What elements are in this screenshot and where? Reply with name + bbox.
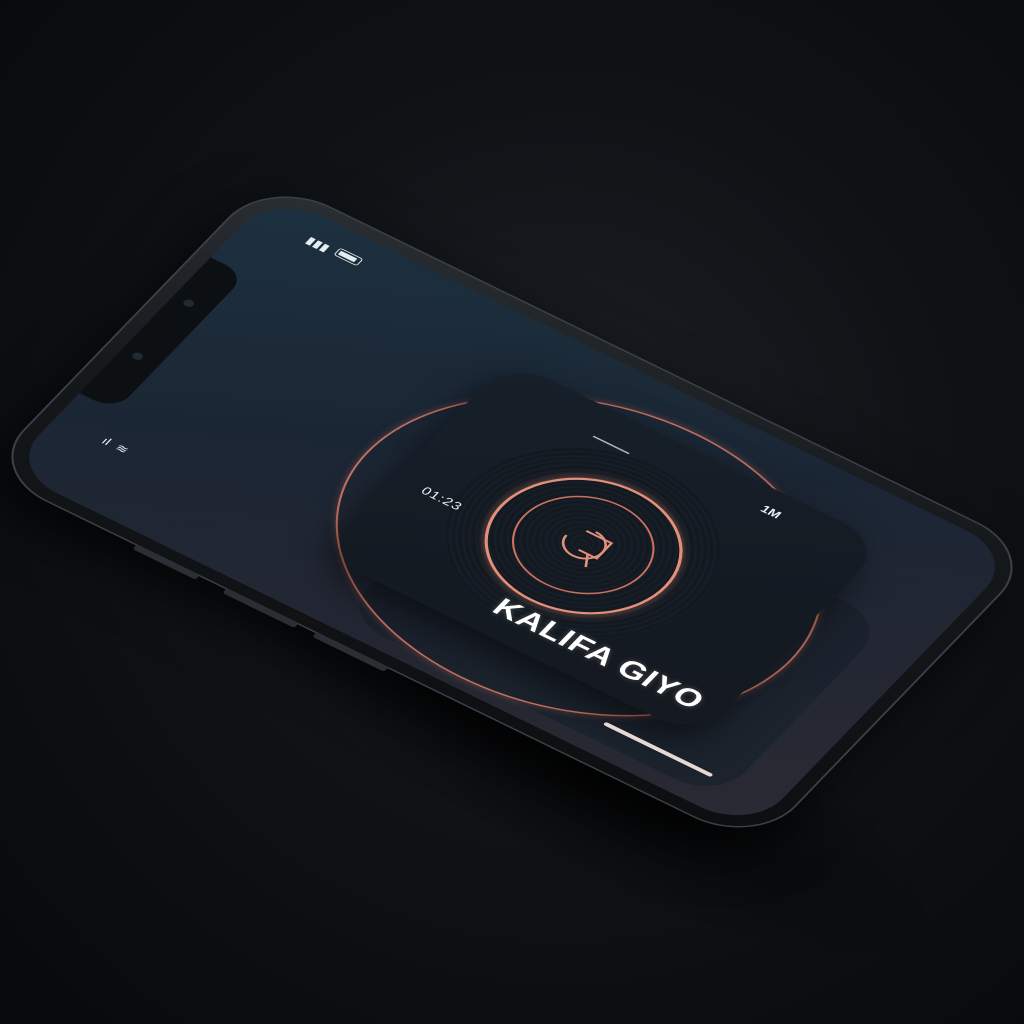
scene-background: ▮▮▮ ıl ≋ 01:23 1M KALIFA GIYO — [0, 0, 1024, 1024]
status-bar-top: ▮▮▮ — [303, 234, 364, 269]
signal-icon: ▮▮▮ — [303, 234, 334, 254]
battery-icon — [333, 247, 364, 267]
status-bar-bottom: ıl ≋ — [98, 435, 132, 457]
front-camera-icon — [181, 298, 197, 309]
notch — [75, 255, 247, 411]
signal-bars-icon: ıl — [98, 434, 115, 448]
wifi-icon: ≋ — [112, 441, 133, 456]
sensor-icon — [130, 351, 145, 362]
